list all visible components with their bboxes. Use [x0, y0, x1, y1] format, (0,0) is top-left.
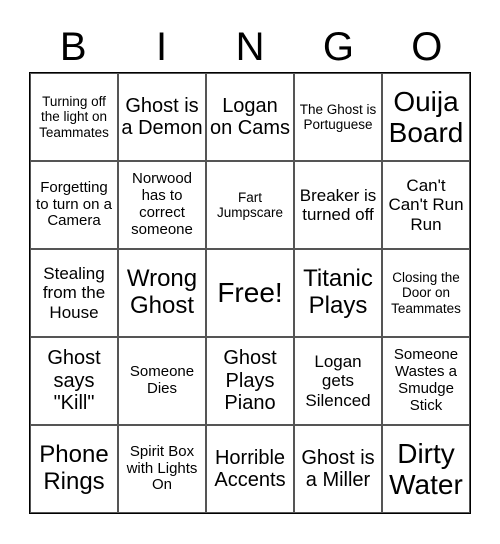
bingo-cell-label: Horrible Accents	[214, 446, 286, 491]
bingo-cell[interactable]: Ouija Board	[382, 73, 470, 161]
bingo-cell-label: Titanic Plays	[303, 265, 373, 319]
header-letter-i: I	[156, 25, 168, 69]
bingo-cell-label: Ghost says "Kill"	[47, 347, 101, 415]
header-letter-o: O	[411, 25, 443, 69]
bingo-cell[interactable]: Turning off the light on Teammates	[30, 73, 118, 161]
bingo-cell-label: Someone Wastes a Smudge Stick	[393, 346, 459, 414]
bingo-card-grid: Turning off the light on Teammates Ghost …	[29, 72, 471, 514]
bingo-cell-label: Closing the Door on Teammates	[391, 270, 461, 316]
bingo-cell[interactable]: Someone Wastes a Smudge Stick	[382, 337, 470, 425]
bingo-cell[interactable]: Breaker is turned off	[294, 161, 382, 249]
bingo-cell[interactable]: Ghost is a Demon	[118, 73, 206, 161]
bingo-cell[interactable]: Forgetting to turn on a Camera	[30, 161, 118, 249]
bingo-cell-label: Spirit Box with Lights On	[126, 442, 198, 494]
bingo-cell-label: Forgetting to turn on a Camera	[36, 178, 112, 230]
bingo-cell-label: Can't Can't Run Run	[388, 176, 464, 234]
bingo-cell-label: Fart Jumpscare	[216, 189, 284, 220]
header-letter-b: B	[59, 25, 87, 69]
bingo-cell-label: The Ghost is Portuguese	[299, 101, 377, 132]
header-letter-n: N	[235, 25, 265, 69]
bingo-cell[interactable]: Someone Dies	[118, 337, 206, 425]
bingo-cell-label: Turning off the light on Teammates	[39, 94, 109, 140]
bingo-cell-label: Ghost is a Miller	[301, 446, 375, 491]
bingo-cell[interactable]: Logan gets Silenced	[294, 337, 382, 425]
bingo-cell[interactable]: Ghost says "Kill"	[30, 337, 118, 425]
bingo-cell-label: Ouija Board	[388, 85, 464, 148]
bingo-cell-label: Dirty Water	[389, 437, 463, 500]
bingo-cell[interactable]: Titanic Plays	[294, 249, 382, 337]
bingo-cell[interactable]: Fart Jumpscare	[206, 161, 294, 249]
bingo-cell[interactable]: Logan on Cams	[206, 73, 294, 161]
bingo-cell-label: Phone Rings	[39, 441, 109, 495]
bingo-cell[interactable]: Dirty Water	[382, 425, 470, 513]
bingo-cell[interactable]: Closing the Door on Teammates	[382, 249, 470, 337]
bingo-cell-label: Ghost Plays Piano	[223, 347, 277, 415]
bingo-cell[interactable]: Horrible Accents	[206, 425, 294, 513]
free-space-cell[interactable]: Free!	[206, 249, 294, 337]
bingo-cell[interactable]: Can't Can't Run Run	[382, 161, 470, 249]
bingo-cell[interactable]: Norwood has to correct someone	[118, 161, 206, 249]
bingo-cell-label: Logan on Cams	[209, 94, 291, 139]
bingo-cell[interactable]: The Ghost is Portuguese	[294, 73, 382, 161]
bingo-cell-label: Someone Dies	[129, 363, 195, 397]
bingo-cell-label: Logan gets Silenced	[305, 352, 371, 410]
bingo-cell[interactable]: Ghost is a Miller	[294, 425, 382, 513]
bingo-cell[interactable]: Spirit Box with Lights On	[118, 425, 206, 513]
header-letter-g: G	[322, 25, 354, 69]
bingo-cell[interactable]: Ghost Plays Piano	[206, 337, 294, 425]
bingo-cell-label: Wrong Ghost	[126, 265, 198, 319]
bingo-cell-label: Ghost is a Demon	[121, 94, 203, 139]
bingo-cell-label: Breaker is turned off	[299, 185, 377, 224]
bingo-cell-label: Free!	[217, 277, 283, 309]
bingo-cell[interactable]: Wrong Ghost	[118, 249, 206, 337]
bingo-cell-label: Stealing from the House	[42, 264, 106, 322]
bingo-cell-label: Norwood has to correct someone	[131, 170, 193, 238]
bingo-header: B I N G O	[29, 22, 471, 72]
bingo-cell[interactable]: Phone Rings	[30, 425, 118, 513]
bingo-cell[interactable]: Stealing from the House	[30, 249, 118, 337]
